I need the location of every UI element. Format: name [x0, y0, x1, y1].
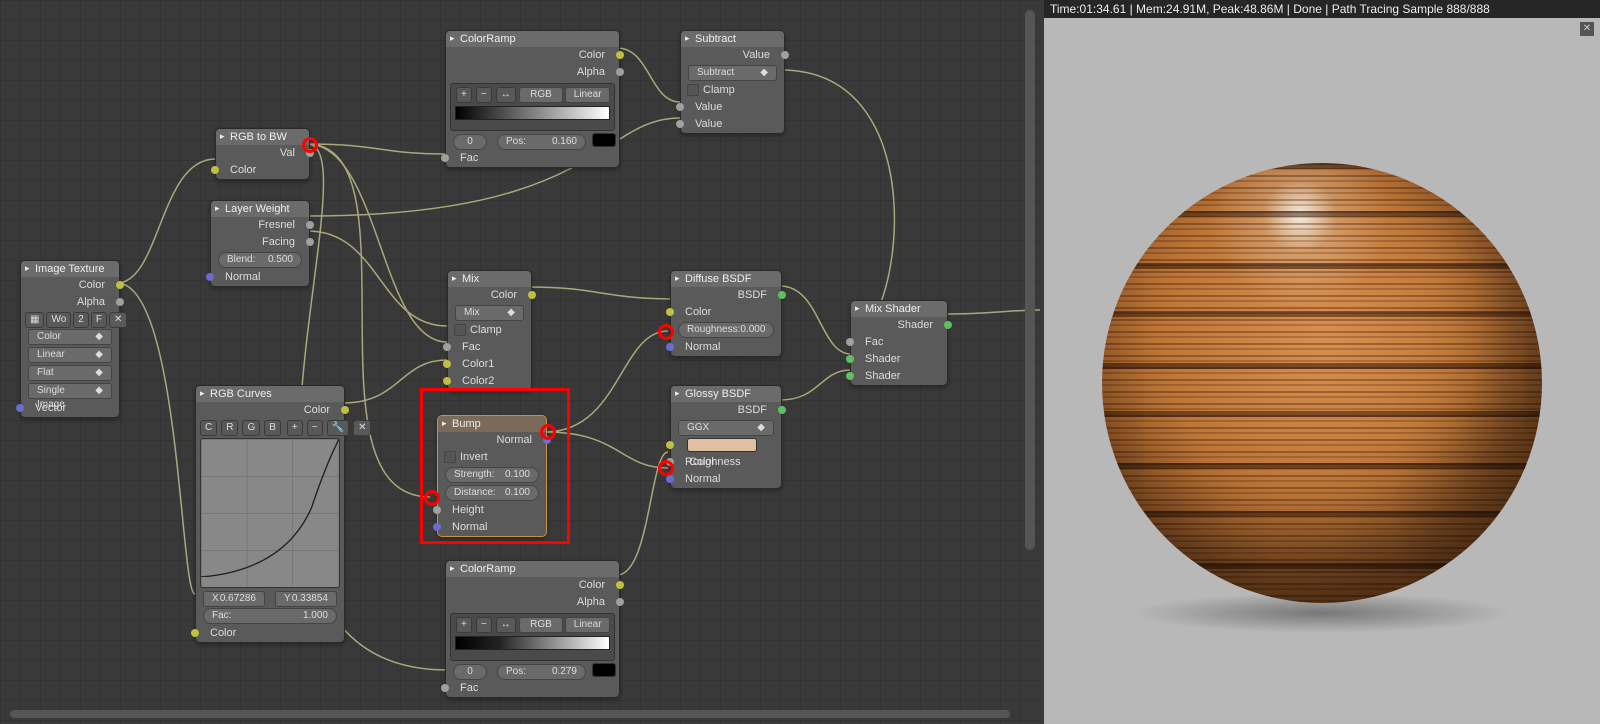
node-glossy-bsdf[interactable]: Glossy BSDF BSDF GGX◆ Color Roughness No…: [670, 385, 782, 489]
glossy-color-swatch[interactable]: [687, 438, 757, 452]
curve-c-tab[interactable]: C: [200, 420, 217, 436]
curve-r-tab[interactable]: R: [221, 420, 238, 436]
distance-input[interactable]: Distance:0.100: [445, 485, 539, 501]
node-diffuse-bsdf[interactable]: Diffuse BSDF BSDF Color Roughness:0.000 …: [670, 270, 782, 357]
node-colorramp-2[interactable]: ColorRamp Color Alpha + − ↔ RGB Linear 0…: [445, 560, 620, 698]
curve-reset-icon[interactable]: ✕: [353, 420, 371, 436]
render-status-bar: Time:01:34.61 | Mem:24.91M, Peak:48.86M …: [1044, 0, 1600, 18]
ramp-add-icon[interactable]: +: [456, 87, 472, 103]
image-users[interactable]: 2: [73, 312, 89, 328]
node-subtract[interactable]: Subtract Value Subtract◆ Clamp Value Val…: [680, 30, 785, 134]
node-editor[interactable]: Image Texture Color Alpha ▦ Wo 2 F ✕ Col…: [0, 0, 1040, 724]
image-fake-user[interactable]: F: [91, 312, 107, 328]
roughness-input[interactable]: Roughness:0.000: [678, 322, 774, 338]
clamp-checkbox[interactable]: [454, 324, 466, 336]
ramp-flip-icon[interactable]: ↔: [496, 617, 516, 633]
node-title[interactable]: Image Texture: [21, 261, 119, 277]
ramp-flip-icon[interactable]: ↔: [496, 87, 516, 103]
node-bump[interactable]: Bump Normal Invert Strength:0.100 Distan…: [437, 415, 547, 537]
ramp-add-icon[interactable]: +: [456, 617, 472, 633]
projection-select[interactable]: Flat◆: [28, 365, 112, 381]
ramp-color-swatch[interactable]: [592, 663, 616, 677]
close-icon[interactable]: ✕: [1580, 22, 1594, 36]
fac-input[interactable]: Fac:1.000: [203, 608, 337, 624]
strength-input[interactable]: Strength:0.100: [445, 467, 539, 483]
mix-mode-select[interactable]: Mix◆: [455, 305, 524, 321]
scrollbar-vertical[interactable]: [1025, 10, 1035, 550]
image-unlink[interactable]: ✕: [109, 312, 127, 328]
render-preview-sphere: [1102, 163, 1542, 603]
node-image-texture[interactable]: Image Texture Color Alpha ▦ Wo 2 F ✕ Col…: [20, 260, 120, 418]
distribution-select[interactable]: GGX◆: [678, 420, 774, 436]
node-colorramp-1[interactable]: ColorRamp Color Alpha + − ↔ RGB Linear 0…: [445, 30, 620, 168]
image-name[interactable]: Wo: [46, 312, 71, 328]
invert-checkbox[interactable]: [444, 451, 456, 463]
node-mix-shader[interactable]: Mix Shader Shader Fac Shader Shader: [850, 300, 948, 386]
render-preview-panel: Time:01:34.61 | Mem:24.91M, Peak:48.86M …: [1044, 0, 1600, 724]
interp-select[interactable]: Linear◆: [28, 347, 112, 363]
curve-y-input[interactable]: Y0.33854: [275, 591, 337, 607]
ramp-remove-icon[interactable]: −: [476, 617, 492, 633]
ramp-color-swatch[interactable]: [592, 133, 616, 147]
node-layer-weight[interactable]: Layer Weight Fresnel Facing Blend:0.500 …: [210, 200, 310, 287]
curve-g-tab[interactable]: G: [242, 420, 260, 436]
frame-select[interactable]: Single Image◆: [28, 383, 112, 399]
curve-x-input[interactable]: X0.67286: [203, 591, 265, 607]
ramp-remove-icon[interactable]: −: [476, 87, 492, 103]
colorramp-widget[interactable]: + − ↔ RGB Linear: [450, 613, 615, 661]
ramp-pos-input[interactable]: Pos:0.279: [497, 664, 586, 680]
color-space-select[interactable]: Color◆: [28, 329, 112, 345]
curve-editor[interactable]: [200, 438, 340, 588]
blend-input[interactable]: Blend:0.500: [218, 252, 302, 268]
curve-remove-icon[interactable]: −: [307, 420, 323, 436]
scrollbar-horizontal[interactable]: [10, 710, 1010, 718]
ramp-pos-input[interactable]: Pos:0.160: [497, 134, 586, 150]
node-rgb-to-bw[interactable]: RGB to BW Val Color: [215, 128, 310, 180]
curve-tools-icon[interactable]: 🔧: [327, 420, 349, 436]
node-rgb-curves[interactable]: RGB Curves Color C R G B + − 🔧 ✕ X0.6728…: [195, 385, 345, 643]
clamp-checkbox[interactable]: [687, 84, 699, 96]
colorramp-widget[interactable]: + − ↔ RGB Linear: [450, 83, 615, 131]
ramp-stop-input[interactable]: 0: [453, 134, 487, 150]
ramp-stop-input[interactable]: 0: [453, 664, 487, 680]
curve-b-tab[interactable]: B: [264, 420, 281, 436]
operation-select[interactable]: Subtract◆: [688, 65, 777, 81]
image-browse-button[interactable]: ▦: [25, 312, 44, 328]
node-mix[interactable]: Mix Color Mix◆ Clamp Fac Color1 Color2: [447, 270, 532, 391]
curve-add-icon[interactable]: +: [287, 420, 303, 436]
